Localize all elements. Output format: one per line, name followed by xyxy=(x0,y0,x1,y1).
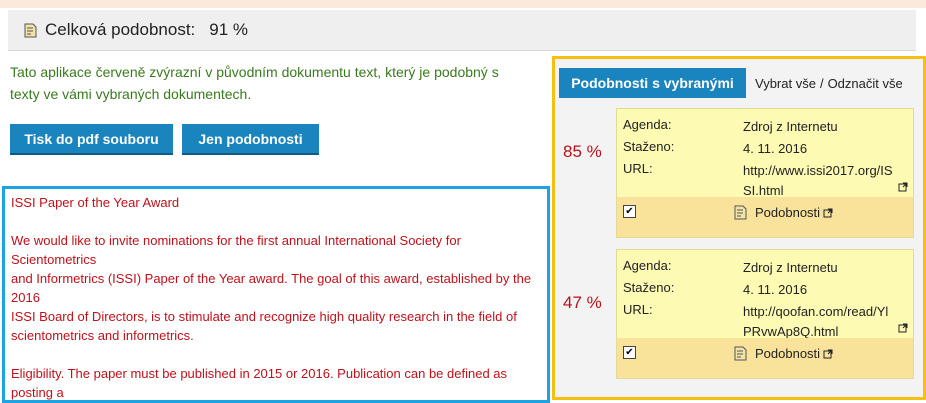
result-checkbox[interactable]: ✔ xyxy=(623,346,636,359)
similarities-label: Podobnosti xyxy=(755,346,821,361)
deselect-all-link[interactable]: Odznačit vše xyxy=(828,76,903,91)
similarity-icon xyxy=(24,23,37,37)
result-card: Agenda: Zdroj z Internetu Staženo: 4. 11… xyxy=(616,108,914,238)
result-percent: 47 % xyxy=(563,293,602,312)
summary-label: Celková podobnost: xyxy=(45,20,196,39)
similarity-summary-bar: Celková podobnost: 91 % xyxy=(8,10,916,51)
doc-line: ISSI Paper of the Year Award xyxy=(11,195,180,210)
downloaded-value: 4. 11. 2016 xyxy=(743,141,808,156)
doc-blank-line xyxy=(11,345,547,364)
url-value[interactable]: http://qoofan.com/read/YlPRvwAp8Q.html xyxy=(743,302,893,342)
summary-value: 91 % xyxy=(209,20,249,39)
doc-line: and Informetrics (ISSI) Paper of the Yea… xyxy=(11,271,532,305)
tab-selected-similarities[interactable]: Podobnosti s vybranými xyxy=(559,68,746,98)
select-links: Vybrat vše / Odznačit vše xyxy=(755,68,903,98)
downloaded-label: Staženo: xyxy=(623,280,675,295)
external-link-icon xyxy=(823,208,833,217)
doc-line: Eligibility. The paper must be published… xyxy=(11,366,508,400)
downloaded-label: Staženo: xyxy=(623,139,675,154)
agenda-label: Agenda: xyxy=(623,117,672,132)
result-percent: 85 % xyxy=(563,142,602,161)
external-link-icon[interactable] xyxy=(898,323,908,333)
result-footer: ✔ Podobnosti xyxy=(617,197,913,237)
url-label: URL: xyxy=(623,302,653,317)
url-label: URL: xyxy=(623,161,653,176)
result-checkbox[interactable]: ✔ xyxy=(623,205,636,218)
similarity-icon xyxy=(734,205,747,220)
only-similarities-button[interactable]: Jen podobnosti xyxy=(182,124,319,153)
external-link-icon xyxy=(823,349,833,358)
select-all-link[interactable]: Vybrat vše xyxy=(755,76,816,91)
result-card: Agenda: Zdroj z Internetu Staženo: 4. 11… xyxy=(616,249,914,379)
similarities-label: Podobnosti xyxy=(755,205,821,220)
agenda-label: Agenda: xyxy=(623,258,672,273)
document-preview: ISSI Paper of the Year Award We would li… xyxy=(2,186,550,403)
info-text: Tato aplikace červeně zvýrazní v původní… xyxy=(10,64,499,102)
similarity-icon xyxy=(734,346,747,361)
result-footer: ✔ Podobnosti xyxy=(617,338,913,378)
agenda-value: Zdroj z Internetu xyxy=(743,260,838,275)
downloaded-value: 4. 11. 2016 xyxy=(743,282,808,297)
url-value[interactable]: http://www.issi2017.org/ISSI.html xyxy=(743,161,893,201)
sources-panel: Podobnosti s vybranými Vybrat vše / Odzn… xyxy=(552,56,926,400)
top-strip xyxy=(0,0,926,8)
doc-blank-line xyxy=(11,212,547,231)
doc-line: We would like to invite nominations for … xyxy=(11,233,461,267)
link-separator: / xyxy=(819,75,824,91)
print-pdf-button[interactable]: Tisk do pdf souboru xyxy=(10,124,173,153)
agenda-value: Zdroj z Internetu xyxy=(743,119,838,134)
external-link-icon[interactable] xyxy=(898,182,908,192)
similarities-link[interactable]: Podobnosti xyxy=(732,204,839,221)
similarities-link[interactable]: Podobnosti xyxy=(732,345,839,362)
panel-tabbar: Podobnosti s vybranými Vybrat vše / Odzn… xyxy=(559,68,917,98)
doc-line: ISSI Board of Directors, is to stimulate… xyxy=(11,309,517,343)
